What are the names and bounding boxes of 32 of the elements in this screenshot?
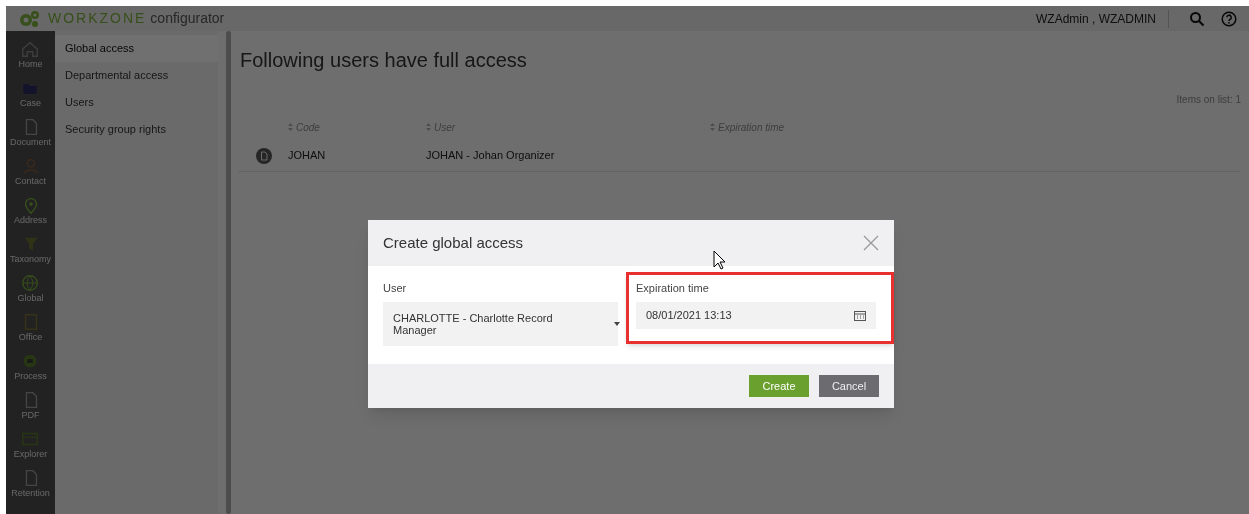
sort-icon[interactable] bbox=[710, 123, 715, 131]
page-title: Following users have full access bbox=[240, 48, 528, 73]
gears-logo-icon bbox=[18, 9, 40, 28]
table-cell-text: JOHAN - Johan Organizer bbox=[426, 148, 556, 164]
search-icon[interactable] bbox=[1189, 10, 1205, 27]
table-cell-text: JOHAN bbox=[288, 148, 327, 164]
user-select[interactable]: CHARLOTTE - Charlotte Record Manager bbox=[383, 301, 618, 346]
sort-icon[interactable] bbox=[426, 123, 431, 131]
submenu-item[interactable]: Users bbox=[55, 89, 218, 116]
document-icon bbox=[256, 147, 272, 164]
globe-icon[interactable] bbox=[20, 273, 41, 293]
submenu-item[interactable]: Security group rights bbox=[55, 116, 218, 143]
field-label: User bbox=[383, 281, 408, 296]
field-label: Expiration time bbox=[636, 281, 710, 296]
cancel-button[interactable]: Cancel bbox=[819, 375, 879, 397]
app-title: WORKZONE configurator bbox=[48, 9, 225, 28]
home-icon[interactable] bbox=[20, 39, 41, 59]
dialog-title: Create global access bbox=[383, 232, 524, 253]
mouse-cursor-icon bbox=[713, 250, 727, 270]
nav-label[interactable]: Process bbox=[14, 371, 47, 382]
nav-label[interactable]: Retention bbox=[11, 488, 50, 499]
sort-icon[interactable] bbox=[288, 123, 293, 131]
create-button[interactable]: Create bbox=[749, 375, 809, 397]
calendar-icon[interactable] bbox=[854, 309, 866, 321]
date-field[interactable]: 08/01/2021 13:13 bbox=[636, 301, 876, 329]
submenu-item[interactable]: Global access bbox=[55, 35, 218, 62]
scrollbar[interactable] bbox=[225, 31, 231, 514]
submenu-item[interactable]: Departmental access bbox=[55, 62, 218, 89]
close-icon[interactable] bbox=[863, 235, 879, 251]
caret-icon bbox=[614, 321, 620, 326]
user-name[interactable]: WZAdmin , WZADMIN bbox=[1036, 9, 1169, 28]
help-icon[interactable] bbox=[1221, 10, 1237, 27]
